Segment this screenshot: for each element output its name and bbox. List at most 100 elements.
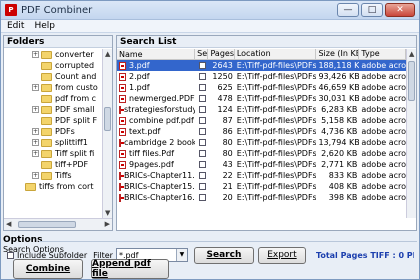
folder-item[interactable]: Count and xyxy=(4,71,102,82)
append-pdf-button[interactable]: Append pdf file xyxy=(91,259,169,279)
file-size: 2,620 KB xyxy=(321,149,358,158)
table-row[interactable]: 3.pdf 2643 E:\Tiff-pdf-files\PDFs 188,118 K… xyxy=(117,60,406,71)
folders-vertical-scrollbar[interactable]: ▲ ▼ xyxy=(102,49,112,218)
table-row[interactable]: combine pdf.pdf 87 E:\Tiff-pdf-files\PDFs 5… xyxy=(117,115,406,126)
column-select[interactable]: Se xyxy=(195,49,209,59)
list-vertical-scrollbar[interactable]: ▲ xyxy=(406,49,416,218)
expand-icon[interactable]: + xyxy=(32,84,39,91)
folder-tree[interactable]: + converter corrupted Count and + from custo p… xyxy=(4,49,102,218)
folders-horizontal-scrollbar[interactable]: ◀ ▶ xyxy=(4,218,112,230)
select-checkbox[interactable] xyxy=(195,117,209,124)
folder-item[interactable]: + PDF small xyxy=(4,104,102,115)
menu-help[interactable]: Help xyxy=(34,21,55,31)
scroll-up-icon[interactable]: ▲ xyxy=(105,50,110,58)
column-pages[interactable]: Pages xyxy=(208,49,235,59)
table-row[interactable]: text.pdf 86 E:\Tiff-pdf-files\PDFs 4,736 KB… xyxy=(117,126,406,137)
scroll-left-icon[interactable]: ◀ xyxy=(6,220,11,228)
checkbox[interactable] xyxy=(199,161,207,168)
file-size: 30,031 KB xyxy=(318,94,360,103)
pdf-file-icon xyxy=(119,127,126,136)
folder-item[interactable]: tiffs from cort xyxy=(4,181,102,192)
scroll-down-icon[interactable]: ▼ xyxy=(105,209,110,217)
table-row[interactable]: tiff files.Pdf 80 E:\Tiff-pdf-files\PDFs 2,… xyxy=(117,148,406,159)
checkbox[interactable] xyxy=(199,194,207,201)
folder-label: Tiffs xyxy=(55,171,72,180)
checkbox[interactable] xyxy=(199,117,207,124)
close-button[interactable]: ✕ xyxy=(385,3,415,17)
folder-item[interactable]: pdf from c xyxy=(4,93,102,104)
expand-icon[interactable]: + xyxy=(32,128,39,135)
table-row[interactable]: BRICs-Chapter11.pdf 22E:\Tiff-pdf-files\P… xyxy=(117,170,406,181)
expand-icon[interactable]: + xyxy=(32,172,39,179)
select-checkbox[interactable] xyxy=(195,194,209,201)
checkbox[interactable] xyxy=(199,139,207,146)
column-name[interactable]: Name xyxy=(117,49,195,59)
checkbox[interactable] xyxy=(199,128,207,135)
table-row[interactable]: BRICs-Chapter16.pd 20E:\Tiff-pdf-files\PD… xyxy=(117,192,406,203)
minimize-button[interactable]: — xyxy=(337,3,359,17)
checkbox[interactable] xyxy=(199,183,207,190)
file-name: 3.pdf xyxy=(117,61,195,70)
file-location: E:\Tiff-pdf-files\PDFs xyxy=(236,83,317,92)
checkbox[interactable] xyxy=(199,150,207,157)
table-row[interactable]: 2.pdf 1250 E:\Tiff-pdf-files\PDFs 93,426 KB… xyxy=(117,71,406,82)
search-button[interactable]: Search xyxy=(193,246,254,264)
expand-icon[interactable]: + xyxy=(32,106,39,113)
folder-label: Tiff split fi xyxy=(55,149,95,158)
combine-button[interactable]: Combine xyxy=(13,259,83,279)
column-size[interactable]: Size (In KB) xyxy=(316,49,360,59)
checkbox[interactable] xyxy=(199,62,207,69)
folder-item[interactable]: PDF split F xyxy=(4,115,102,126)
scroll-up-icon[interactable]: ▲ xyxy=(409,50,414,58)
folder-item[interactable]: corrupted xyxy=(4,60,102,71)
menu-edit[interactable]: Edit xyxy=(7,21,24,31)
select-checkbox[interactable] xyxy=(195,183,209,190)
select-checkbox[interactable] xyxy=(195,106,209,113)
scroll-thumb[interactable] xyxy=(18,221,76,228)
file-location: E:\Tiff-pdf-files\PDFs xyxy=(236,193,317,202)
expand-icon[interactable]: + xyxy=(32,150,39,157)
select-checkbox[interactable] xyxy=(195,84,209,91)
scroll-right-icon[interactable]: ▶ xyxy=(105,220,110,228)
export-button[interactable]: Export xyxy=(257,246,306,264)
folder-item[interactable]: tiff+PDF xyxy=(4,159,102,170)
select-checkbox[interactable] xyxy=(195,95,209,102)
include-subfolder-checkbox[interactable] xyxy=(7,251,14,259)
folder-item[interactable]: + converter xyxy=(4,49,102,60)
checkbox[interactable] xyxy=(199,95,207,102)
folder-item[interactable]: + Tiffs xyxy=(4,170,102,181)
folder-item[interactable]: + splittiff1 xyxy=(4,137,102,148)
checkbox[interactable] xyxy=(199,84,207,91)
folder-item[interactable]: + Tiff split fi xyxy=(4,148,102,159)
select-checkbox[interactable] xyxy=(195,150,209,157)
table-row[interactable]: BRICs-Chapter15.pd 21E:\Tiff-pdf-files\PD… xyxy=(117,181,406,192)
folder-label: pdf from c xyxy=(55,94,97,103)
file-location: E:\Tiff-pdf-files\PDFs xyxy=(236,127,317,136)
scroll-thumb[interactable] xyxy=(408,61,415,101)
select-checkbox[interactable] xyxy=(195,161,209,168)
table-row[interactable]: cambridge 2 book.pc 80E:\Tiff-pdf-files\P… xyxy=(117,137,406,148)
select-checkbox[interactable] xyxy=(195,62,209,69)
expand-icon[interactable]: + xyxy=(32,139,39,146)
scroll-thumb[interactable] xyxy=(104,107,111,131)
table-row[interactable]: strategiesforstudy.Pd 124E:\Tiff-pdf-file… xyxy=(117,104,406,115)
table-row[interactable]: newmerged.PDF 478 E:\Tiff-pdf-files\PDFs 30… xyxy=(117,93,406,104)
column-type[interactable]: Type xyxy=(359,49,406,59)
table-row[interactable]: 9pages.pdf 43 E:\Tiff-pdf-files\PDFs 2,771 … xyxy=(117,159,406,170)
checkbox[interactable] xyxy=(199,172,207,179)
expand-icon[interactable]: + xyxy=(32,51,39,58)
folder-item[interactable]: + PDFs xyxy=(4,126,102,137)
select-checkbox[interactable] xyxy=(195,172,209,179)
select-checkbox[interactable] xyxy=(195,128,209,135)
select-checkbox[interactable] xyxy=(195,139,209,146)
chevron-down-icon[interactable]: ▼ xyxy=(175,249,187,261)
select-checkbox[interactable] xyxy=(195,73,209,80)
file-location: E:\Tiff-pdf-files\PDFs xyxy=(236,149,317,158)
maximize-button[interactable]: □ xyxy=(361,3,383,17)
column-location[interactable]: Location xyxy=(235,49,317,59)
table-row[interactable]: 1.pdf 625 E:\Tiff-pdf-files\PDFs 46,659 KB a… xyxy=(117,82,406,93)
file-location: E:\Tiff-pdf-files\PDFs xyxy=(236,105,317,114)
checkbox[interactable] xyxy=(199,106,207,113)
folder-item[interactable]: + from custo xyxy=(4,82,102,93)
checkbox[interactable] xyxy=(199,73,207,80)
